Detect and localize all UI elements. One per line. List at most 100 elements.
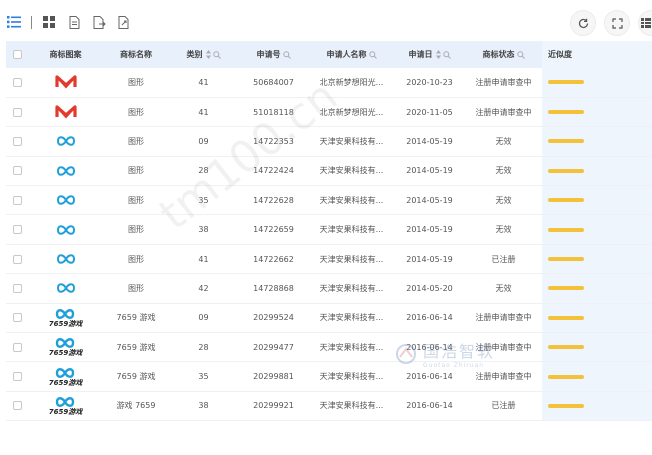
cell-date: 2016-06-14 (406, 313, 453, 323)
row-checkbox[interactable] (12, 195, 22, 205)
table-row[interactable]: 图形 35 14722628 天津安果科技有... 2014-05-19 无效 (6, 185, 652, 215)
row-checkbox[interactable] (12, 136, 22, 146)
cell-name: 图形 (128, 166, 144, 176)
row-checkbox[interactable] (12, 225, 22, 235)
row-select-cell[interactable] (6, 274, 28, 303)
similarity-bar (548, 139, 584, 144)
sort-icon[interactable] (205, 50, 211, 59)
select-all-cell[interactable] (6, 41, 28, 68)
fullscreen-button[interactable] (604, 10, 630, 36)
table-row[interactable]: 图形 28 14722424 天津安果科技有... 2014-05-19 无效 (6, 156, 652, 186)
cell-applicant: 天津安果科技有... (319, 136, 384, 146)
row-checkbox[interactable] (12, 166, 22, 176)
row-select-cell[interactable] (6, 303, 28, 332)
cell-date: 2014-05-19 (406, 254, 453, 264)
cell-category: 09 (198, 313, 209, 323)
cell-reg-no[interactable]: 14722662 (238, 244, 309, 273)
table-row[interactable]: 图形 41 51018118 北京新梦想阳光... 2020-11-05 注册申请审查中 (6, 97, 652, 127)
col-reg-no[interactable]: 申请号 (238, 41, 309, 68)
row-checkbox[interactable] (12, 372, 22, 382)
cell-similarity (542, 303, 652, 333)
cell-pattern: 7659游戏 (28, 333, 103, 362)
cell-reg-no[interactable]: 20299921 (238, 391, 309, 420)
column-settings-button[interactable] (638, 10, 652, 36)
row-select-cell[interactable] (6, 97, 28, 126)
table-row[interactable]: 图形 38 14722659 天津安果科技有... 2014-05-19 无效 (6, 214, 652, 245)
table-row[interactable]: 图形 41 50684007 北京新梦想阳光... 2020-10-23 注册申请审查中 (6, 68, 652, 98)
blue-infinity-logo-icon (56, 166, 75, 176)
table-row[interactable]: 7659游戏 游戏 7659 38 20299921 天津安果科技有... 2016-06… (6, 391, 652, 421)
similarity-bar (548, 110, 584, 115)
table-row[interactable]: 7659游戏 7659 游戏 09 20299524 天津安果科技有... 2016-06… (6, 303, 652, 333)
fullscreen-icon (611, 17, 623, 29)
cell-similarity (542, 126, 652, 157)
cell-reg-no[interactable]: 14728868 (238, 274, 309, 303)
cell-similarity (542, 68, 652, 98)
cell-applicant: 天津安果科技有... (319, 313, 384, 323)
cell-category: 35 (198, 372, 209, 382)
row-select-cell[interactable] (6, 391, 28, 420)
toolbar-divider (31, 15, 32, 29)
search-icon[interactable] (368, 50, 377, 59)
row-checkbox[interactable] (12, 283, 22, 293)
cell-reg-no[interactable]: 14722659 (238, 215, 309, 244)
cell-reg-no[interactable]: 14722628 (238, 186, 309, 215)
select-all-checkbox[interactable] (12, 50, 22, 59)
search-icon[interactable] (282, 50, 291, 59)
col-category[interactable]: 类别 (169, 41, 238, 68)
cell-status: 注册申请审查中 (475, 107, 532, 117)
cell-applicant: 天津安果科技有... (319, 372, 384, 382)
row-select-cell[interactable] (6, 244, 28, 273)
table-row[interactable]: 7659游戏 7659 游戏 35 20299881 天津安果科技有... 2016-06… (6, 361, 652, 392)
table-row[interactable]: 图形 09 14722353 天津安果科技有... 2014-05-19 无效 (6, 126, 652, 157)
similarity-bar (548, 198, 584, 203)
cell-pattern: 7659游戏 (28, 391, 103, 420)
cell-reg-no[interactable]: 20299477 (238, 333, 309, 362)
cell-reg-no[interactable]: 20299881 (238, 362, 309, 391)
cell-name: 7659 游戏 (116, 372, 156, 382)
list-view-icon[interactable] (6, 14, 22, 30)
cell-reg-no[interactable]: 14722424 (238, 156, 309, 185)
share-icon[interactable] (116, 14, 132, 30)
table-row[interactable]: 图形 42 14728868 天津安果科技有... 2014-05-20 无效 (6, 273, 652, 304)
col-applicant[interactable]: 申请人名称 (309, 41, 394, 68)
table-row[interactable]: 7659游戏 7659 游戏 28 20299477 天津安果科技有... 2016-06… (6, 332, 652, 362)
cell-date: 2014-05-20 (406, 283, 453, 293)
table-row[interactable]: 图形 41 14722662 天津安果科技有... 2014-05-19 已注册 (6, 244, 652, 274)
cell-name: 图形 (128, 225, 144, 235)
row-select-cell[interactable] (6, 215, 28, 244)
row-checkbox[interactable] (12, 107, 22, 117)
search-icon[interactable] (516, 50, 525, 59)
game-7659-logo-icon: 7659游戏 (49, 396, 82, 416)
row-select-cell[interactable] (6, 362, 28, 391)
grid-view-icon[interactable] (41, 14, 57, 30)
row-select-cell[interactable] (6, 68, 28, 97)
refresh-button[interactable] (570, 10, 596, 36)
col-status[interactable]: 商标状态 (465, 41, 542, 68)
similarity-bar (548, 168, 584, 173)
row-checkbox[interactable] (12, 254, 22, 264)
cell-reg-no[interactable]: 50684007 (238, 68, 309, 97)
toolbar (0, 10, 652, 38)
cell-reg-no[interactable]: 14722353 (238, 127, 309, 156)
row-checkbox[interactable] (12, 77, 22, 87)
row-select-cell[interactable] (6, 186, 28, 215)
cell-status: 无效 (495, 195, 512, 205)
row-select-cell[interactable] (6, 156, 28, 185)
document-icon[interactable] (66, 14, 82, 30)
col-date[interactable]: 申请日 (394, 41, 465, 68)
row-checkbox[interactable] (12, 342, 22, 352)
sort-icon[interactable] (435, 50, 441, 59)
search-icon[interactable] (442, 50, 451, 59)
search-icon[interactable] (212, 50, 221, 59)
similarity-bar (548, 403, 584, 408)
row-checkbox[interactable] (12, 401, 22, 411)
cell-reg-no[interactable]: 51018118 (238, 97, 309, 126)
row-select-cell[interactable] (6, 127, 28, 156)
cell-applicant: 天津安果科技有... (319, 401, 384, 411)
export-icon[interactable] (91, 14, 107, 30)
row-select-cell[interactable] (6, 333, 28, 362)
cell-status: 已注册 (491, 401, 516, 411)
row-checkbox[interactable] (12, 313, 22, 323)
cell-reg-no[interactable]: 20299524 (238, 303, 309, 332)
